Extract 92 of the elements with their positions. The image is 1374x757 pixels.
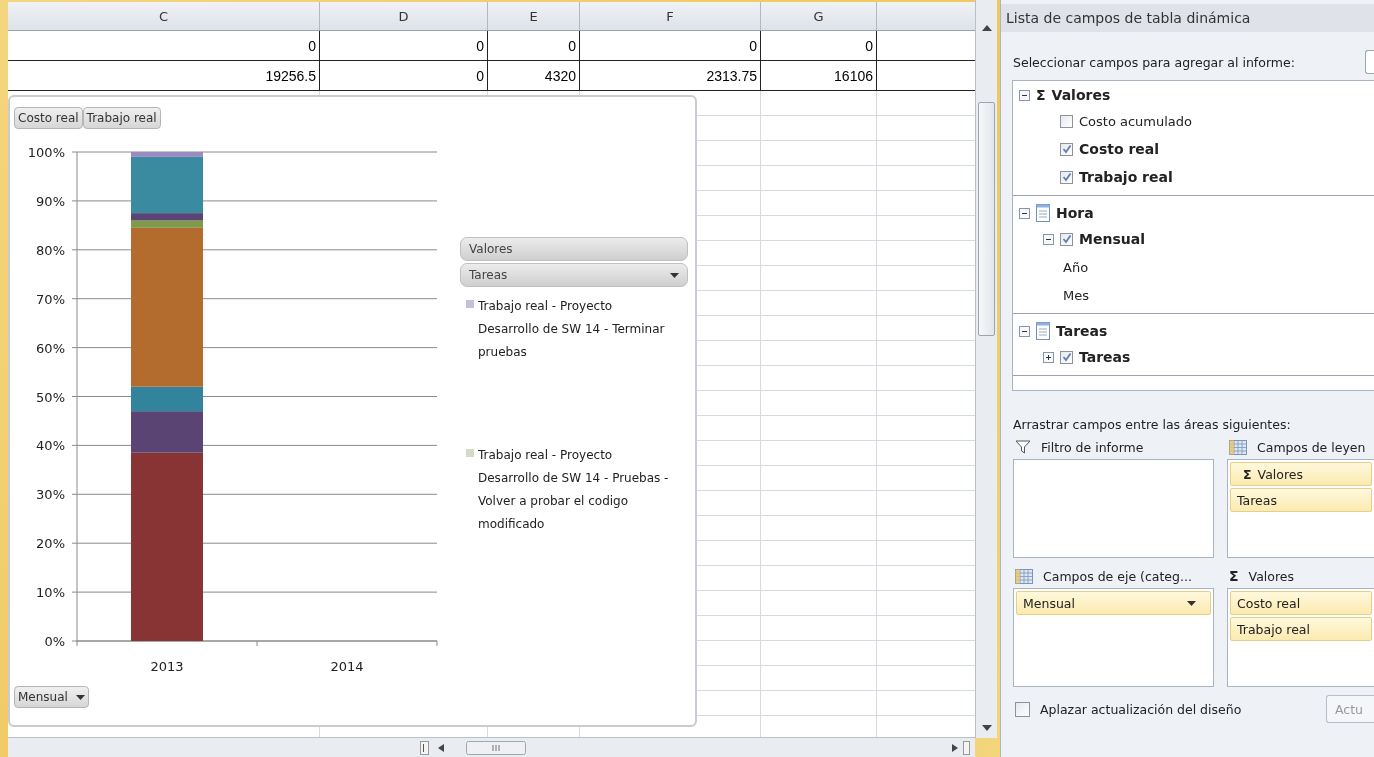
dropdown-arrow-icon [75,694,85,700]
scroll-thumb-icon[interactable] [466,740,526,755]
panel-title: Lista de campos de tabla dinámica [1001,4,1374,32]
field-label: Hora [1056,205,1094,221]
table-cell: 0 [8,31,320,60]
table-icon [1036,204,1050,222]
area-title: Campos de leyen [1257,439,1366,455]
axis-label: 2013 [150,659,184,674]
column-header[interactable]: G [761,2,877,30]
checkbox[interactable] [1060,170,1073,184]
scroll-up-icon[interactable] [980,24,993,32]
axis-label: 60% [36,340,65,356]
legend-field-button[interactable]: Valores [460,237,688,261]
scroll-down-icon[interactable] [980,724,993,732]
axis-label: 10% [36,585,65,601]
vertical-scrollbar[interactable] [975,0,997,738]
field-button[interactable]: Costo real [14,107,83,129]
collapse-icon[interactable] [1019,325,1030,337]
expand-icon[interactable] [1043,351,1054,363]
field-label[interactable]: Costo real [1079,141,1160,157]
collapse-icon[interactable] [1019,207,1030,219]
grid-icon [1229,439,1247,455]
axis-label: 20% [36,536,65,552]
field-pill[interactable]: Mensual [1016,591,1211,615]
table-cell: 19256.5 [8,61,320,90]
dropdown-arrow-icon [670,272,679,278]
sigma-symbol: Σ [1229,568,1239,584]
chart-area[interactable] [8,95,697,727]
axis-label: 70% [36,291,65,307]
instruction-text: Seleccionar campos para agregar al informe: [1013,54,1295,70]
field-label[interactable]: Costo acumulado [1079,113,1193,129]
checkbox[interactable] [1015,701,1030,717]
empty-cells[interactable] [761,91,877,737]
field-pill[interactable]: Costo real [1230,591,1372,615]
sigma-symbol: Σ [1036,87,1046,103]
axis-label: 50% [36,389,65,405]
field-pill[interactable]: Σ Valores [1230,462,1372,486]
checkbox[interactable] [1060,114,1073,128]
legend-label: Trabajo real - Proyecto Desarrollo de SW 14 - Terminar pruebas [478,298,666,361]
drop-area[interactable]: Costo real Trabajo real [1227,588,1374,687]
layout-button[interactable] [1365,50,1374,74]
area-title: Campos de eje (categ... [1043,568,1192,584]
field-label: Mes [1063,287,1089,303]
legend-label: Trabajo real - Proyecto Desarrollo de SW 14 - Pruebas - Volver a probar el codigo modificado [478,447,670,533]
table-cell: 0 [320,61,488,90]
grid-icon [1015,568,1033,584]
checkbox[interactable] [1060,350,1073,364]
table-cell: 2313.75 [580,61,761,90]
checkbox-label: Aplazar actualización del diseño [1040,701,1242,717]
field-pill[interactable]: Tareas [1230,488,1372,512]
scroll-thumb[interactable] [978,102,995,336]
drop-area[interactable]: Σ Valores Tareas [1227,459,1374,558]
table-cell: 0 [580,31,761,60]
field-label[interactable]: Trabajo real [1079,169,1173,185]
table-cell: 0 [488,31,580,60]
field-button[interactable]: Trabajo real [82,107,161,129]
drop-area[interactable]: Mensual [1013,588,1214,687]
instruction-text: Arrastrar campos entre las áreas siguientes: [1013,417,1292,432]
column-header[interactable]: E [488,2,580,30]
field-label[interactable]: Tareas [1079,349,1131,365]
field-label[interactable]: Mensual [1079,231,1145,247]
area-title: Valores [1248,568,1294,584]
column-header[interactable]: F [580,2,761,30]
column-header[interactable]: D [320,2,488,30]
field-pill[interactable]: Trabajo real [1230,617,1372,641]
field-label: Valores [1051,87,1111,103]
axis-label: 100% [27,145,65,160]
field-label: Año [1063,259,1089,275]
axis-label: 90% [36,193,65,209]
table-cell: 0 [320,31,488,60]
filter-icon [1015,440,1031,454]
axis-label: 80% [36,242,65,258]
collapse-icon[interactable] [1019,89,1030,101]
legend-field-dropdown[interactable]: Tareas [460,263,688,287]
axis-label: 40% [36,438,65,454]
axis-label: 2014 [330,659,364,674]
checkbox[interactable] [1060,232,1073,246]
scroll-right-icon[interactable] [949,740,971,755]
column-header[interactable]: C [8,2,320,30]
axis-label: 30% [36,487,65,503]
axis-label: 0% [44,634,65,649]
checkbox[interactable] [1060,142,1073,156]
area-title: Filtro de informe [1041,439,1144,455]
table-cell: 0 [761,31,877,60]
drop-area[interactable] [1013,459,1214,558]
field-label: Tareas [1056,323,1108,339]
table-cell: 16106 [761,61,877,90]
table-icon [1036,322,1050,340]
horizontal-scrollbar[interactable] [8,737,975,757]
axis-field-dropdown[interactable]: Mensual [14,686,89,708]
collapse-icon[interactable] [1043,233,1054,245]
table-cell: 4320 [488,61,580,90]
